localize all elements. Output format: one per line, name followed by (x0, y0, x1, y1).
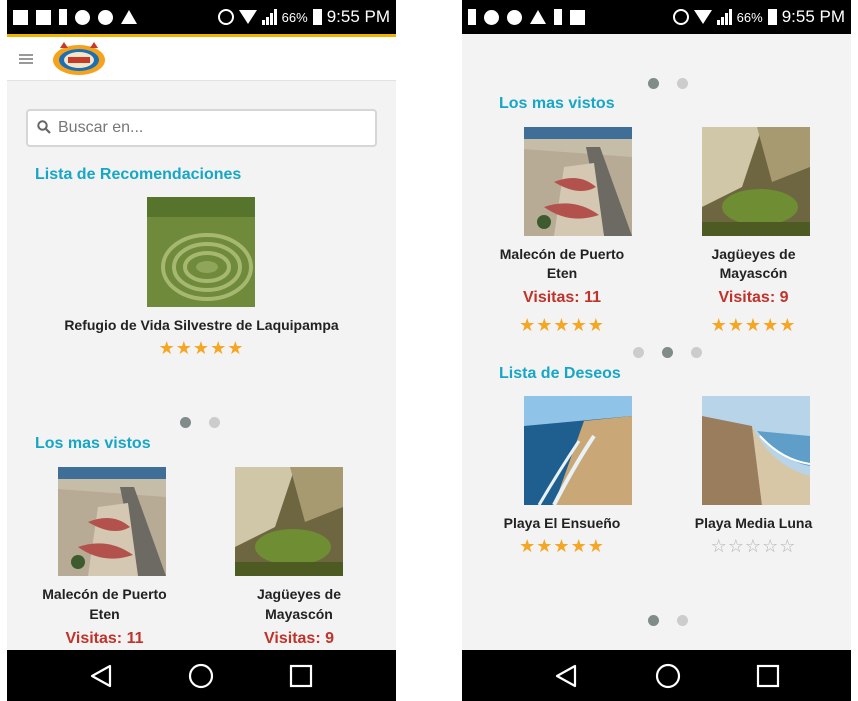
carousel-dot[interactable] (677, 615, 688, 626)
place-name-line2: Mayascón (719, 265, 788, 281)
place-name-line1: Jagüeyes de (256, 586, 342, 602)
usb-icon (468, 9, 476, 25)
playa-ensueno-image (524, 396, 632, 505)
jagueyes-image (702, 127, 810, 236)
laquipampa-image (147, 197, 255, 307)
notification-icon (13, 9, 28, 25)
phone-screen-right: 66% 9:55 PM Los mas vistos Malecón de Pu… (462, 0, 851, 701)
search-input[interactable] (58, 116, 358, 140)
navigation-bar (462, 650, 851, 701)
alarm-icon (672, 9, 689, 25)
warning-icon (121, 10, 137, 24)
wishlist-title: Lista de Deseos (499, 365, 621, 382)
rating-stars: ★★★★★ (519, 536, 605, 557)
most-viewed-title: Los mas vistos (499, 95, 615, 112)
alarm-icon (217, 9, 234, 25)
status-time: 9:55 PM (781, 7, 845, 26)
wifi-icon (238, 10, 257, 24)
malecon-image (524, 127, 632, 236)
wifi-icon (693, 10, 712, 24)
recents-icon (756, 664, 780, 687)
signal-icon (261, 9, 277, 25)
wishlist-card-media-luna[interactable]: Playa Media Luna ☆☆☆☆☆ (656, 396, 851, 561)
app-notification-icon (75, 9, 90, 25)
recommendation-card[interactable]: Refugio de Vida Silvestre de Laquipampa … (7, 197, 396, 367)
status-bar: 66% 9:55 PM (462, 0, 851, 34)
recents-button[interactable] (738, 650, 798, 701)
phone-screen-left: 66% 9:55 PM Lista de Recomendaciones (7, 0, 396, 701)
place-name-line2: Eten (546, 265, 578, 281)
battery-percent: 66% (281, 9, 308, 25)
visit-count: Visitas: 9 (718, 289, 789, 306)
carousel-indicator (180, 417, 220, 428)
wishlist-card-ensueno[interactable]: Playa El Ensueño ★★★★★ (462, 396, 662, 561)
visit-count: Visitas: 9 (264, 630, 334, 647)
place-name-line1: Jagüeyes de (711, 246, 796, 262)
carousel-indicator (648, 615, 688, 626)
sync-icon (98, 9, 113, 25)
rating-stars: ☆☆☆☆☆ (710, 536, 797, 557)
recommendations-title: Lista de Recomendaciones (35, 166, 242, 183)
back-icon (555, 664, 577, 687)
back-icon (90, 664, 112, 687)
recommendation-stars: ★★★★★ (158, 338, 245, 359)
place-name-line1: Malecón de Puerto (42, 586, 167, 602)
home-icon (655, 663, 681, 688)
rating-stars: ★★★★★ (519, 315, 605, 336)
place-name-line1: Malecón de Puerto (499, 246, 625, 262)
carousel-dot-active[interactable] (180, 417, 191, 428)
playa-media-luna-image (702, 396, 810, 505)
warning-icon (530, 10, 546, 24)
place-card-jagueyes[interactable]: Jagüeyes de Mayascón Visitas: 9 (202, 467, 396, 657)
home-button[interactable] (171, 650, 231, 701)
recents-icon (289, 664, 313, 687)
android-debug-icon (570, 9, 585, 25)
signal-icon (716, 9, 732, 25)
home-icon (188, 663, 214, 688)
recents-button[interactable] (271, 650, 331, 701)
place-card-malecon[interactable]: Malecón de Puerto Eten Visitas: 11 ★★★★★ (462, 127, 662, 337)
malecon-image (58, 467, 166, 576)
recommendation-name: Refugio de Vida Silvestre de Laquipampa (64, 317, 339, 333)
app-logo (53, 42, 105, 75)
search-icon (37, 120, 51, 134)
navigation-bar (7, 650, 396, 701)
carousel-indicator (648, 78, 688, 89)
battery-icon (767, 9, 777, 25)
search-box[interactable] (26, 109, 377, 147)
place-card-malecon[interactable]: Malecón de Puerto Eten Visitas: 11 (7, 467, 202, 657)
sync-icon (507, 9, 522, 25)
status-bar: 66% 9:55 PM (7, 0, 396, 34)
rating-stars: ★★★★★ (710, 315, 797, 336)
visit-count: Visitas: 11 (65, 630, 144, 647)
carousel-dot-active[interactable] (648, 78, 659, 89)
app-notification-icon (484, 9, 499, 25)
carousel-dot-active[interactable] (662, 347, 673, 358)
carousel-dot[interactable] (209, 417, 220, 428)
app-bar (7, 34, 396, 81)
most-viewed-title: Los mas vistos (35, 435, 151, 452)
home-button[interactable] (638, 650, 698, 701)
visit-count: Visitas: 11 (523, 289, 601, 306)
carousel-indicator (633, 347, 702, 358)
place-name-line2: Eten (89, 606, 120, 622)
place-name-line2: Mayascón (265, 606, 333, 622)
carousel-dot[interactable] (691, 347, 702, 358)
battery-icon (312, 9, 322, 25)
battery-percent: 66% (736, 9, 763, 25)
usb-debug-icon (554, 9, 562, 25)
status-time: 9:55 PM (326, 7, 390, 26)
carousel-dot[interactable] (633, 347, 644, 358)
back-button[interactable] (536, 650, 596, 701)
carousel-dot-active[interactable] (648, 615, 659, 626)
wishlist-name: Playa El Ensueño (503, 515, 621, 531)
place-card-jagueyes[interactable]: Jagüeyes de Mayascón Visitas: 9 ★★★★★ (656, 127, 851, 337)
image-notification-icon (36, 9, 51, 25)
carousel-dot[interactable] (677, 78, 688, 89)
menu-icon[interactable] (19, 54, 33, 64)
wishlist-name: Playa Media Luna (694, 515, 813, 531)
usb-icon (59, 9, 67, 25)
jagueyes-image (235, 467, 343, 576)
back-button[interactable] (71, 650, 131, 701)
